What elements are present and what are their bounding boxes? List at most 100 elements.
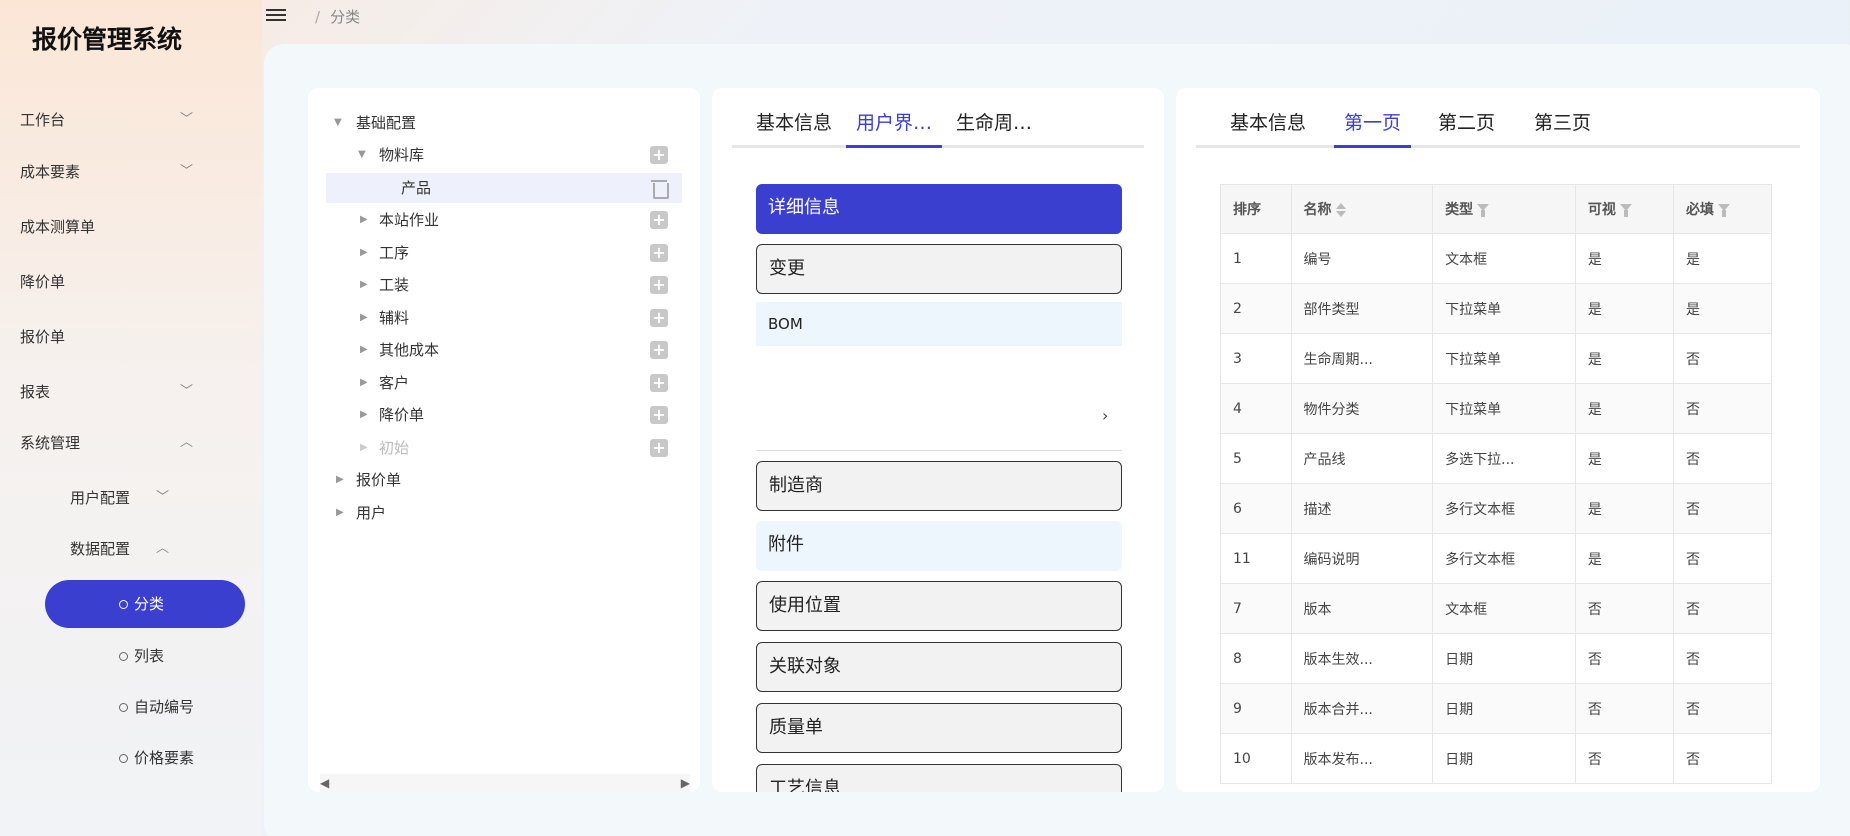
table-row[interactable]: 5 产品线 多选下拉... 是否: [1220, 433, 1773, 484]
add-icon[interactable]: +: [650, 244, 668, 262]
chevron-right-icon[interactable]: ›: [1102, 406, 1108, 425]
sidebar-item-user-config[interactable]: 用户配置 ﹀: [70, 483, 200, 513]
breadcrumb-current[interactable]: 分类: [330, 8, 360, 26]
column-header-type[interactable]: 类型: [1432, 184, 1576, 234]
caret-right-icon[interactable]: ▶: [360, 433, 368, 463]
table-row[interactable]: 9 版本合并... 日期否否: [1220, 683, 1773, 734]
sidebar-item-cost-estimate[interactable]: 成本测算单: [20, 212, 200, 242]
column-header-order[interactable]: 排序: [1220, 184, 1292, 234]
table-row[interactable]: 8 版本生效... 日期否否: [1220, 633, 1773, 684]
filter-icon[interactable]: [1619, 203, 1632, 217]
tree-node-customer[interactable]: ▶ 客户 +: [326, 368, 682, 398]
section-related[interactable]: 关联对象: [756, 642, 1122, 692]
sidebar-item-auto-number[interactable]: 自动编号: [119, 692, 194, 722]
caret-right-icon[interactable]: ▶: [360, 400, 368, 430]
table-row[interactable]: 7 版本 文本框否否: [1220, 583, 1773, 634]
menu-toggle-icon[interactable]: [266, 6, 286, 26]
sidebar-item-list[interactable]: 列表: [119, 641, 164, 671]
section-attachment[interactable]: 附件: [756, 521, 1122, 571]
add-icon[interactable]: +: [650, 374, 668, 392]
caret-right-icon[interactable]: ▶: [360, 205, 368, 235]
caret-right-icon[interactable]: ▶: [360, 238, 368, 268]
tab-user-interface[interactable]: 用户界…: [846, 108, 943, 148]
tree-node-other-cost[interactable]: ▶ 其他成本 +: [326, 335, 682, 365]
column-header-name[interactable]: 名称: [1290, 184, 1434, 234]
sidebar-item-workbench[interactable]: 工作台 ﹀: [20, 105, 200, 135]
add-icon[interactable]: +: [650, 341, 668, 359]
tree-node-tooling[interactable]: ▶ 工装 +: [326, 270, 682, 300]
trash-icon[interactable]: [650, 178, 669, 199]
table-row[interactable]: 3 生命周期... 下拉菜单是否: [1220, 333, 1773, 384]
tree-node-process[interactable]: ▶ 工序 +: [326, 238, 682, 268]
table-row[interactable]: 11 编码说明 多行文本框是否: [1220, 533, 1773, 584]
cell-order: 5: [1220, 433, 1292, 484]
sidebar-item-cost-elements[interactable]: 成本要素 ﹀: [20, 157, 200, 187]
field-config-panel: 基本信息 第一页 第二页 第三页 排序 名称 类型 可视 必填 1 编号 文本框是是…: [1176, 88, 1820, 792]
table-row[interactable]: 1 编号 文本框是是: [1220, 233, 1773, 284]
caret-right-icon[interactable]: ▶: [360, 303, 368, 333]
sidebar-item-price-reduction[interactable]: 降价单: [20, 267, 200, 297]
tab-page-two[interactable]: 第二页: [1438, 108, 1495, 148]
scroll-left-icon[interactable]: ◀: [320, 776, 329, 790]
tree-node-quotation[interactable]: ▶ 报价单: [326, 465, 682, 495]
sidebar-item-reports[interactable]: 报表 ﹀: [20, 377, 200, 407]
tree-node-site-operation[interactable]: ▶ 本站作业 +: [326, 205, 682, 235]
tab-page-one[interactable]: 第一页: [1334, 108, 1412, 148]
filter-icon[interactable]: [1477, 203, 1490, 217]
circle-icon: [119, 703, 128, 712]
section-bom[interactable]: BOM: [756, 302, 1122, 346]
add-icon[interactable]: +: [650, 406, 668, 424]
sidebar-item-price-elements[interactable]: 价格要素: [119, 743, 194, 773]
tab-basic-info[interactable]: 基本信息: [756, 108, 832, 148]
sidebar-item-category[interactable]: 分类: [45, 580, 245, 628]
cell-name: 物件分类: [1290, 383, 1434, 434]
tab-page-three[interactable]: 第三页: [1534, 108, 1591, 148]
caret-down-icon[interactable]: ▼: [358, 140, 366, 170]
section-usage[interactable]: 使用位置: [756, 581, 1122, 631]
cell-visible: 是: [1574, 333, 1674, 384]
tree-node-product[interactable]: 产品: [326, 173, 682, 203]
sidebar-item-label: 报价单: [20, 328, 66, 346]
tree-node-initial[interactable]: ▶ 初始 +: [326, 433, 682, 463]
caret-down-icon[interactable]: ▼: [334, 108, 342, 138]
column-header-required[interactable]: 必填: [1672, 184, 1773, 234]
section-manufacturer[interactable]: 制造商: [756, 461, 1122, 511]
tab-basic-info[interactable]: 基本信息: [1230, 108, 1306, 148]
table-row[interactable]: 2 部件类型 下拉菜单是是: [1220, 283, 1773, 334]
section-quality[interactable]: 质量单: [756, 703, 1122, 753]
caret-right-icon[interactable]: ▶: [336, 498, 344, 528]
tree-node-price-reduction[interactable]: ▶ 降价单 +: [326, 400, 682, 430]
caret-right-icon[interactable]: ▶: [360, 368, 368, 398]
sidebar-item-quotation[interactable]: 报价单: [20, 322, 200, 352]
add-icon[interactable]: +: [650, 276, 668, 294]
sidebar-item-system-admin[interactable]: 系统管理 ︿: [20, 428, 200, 458]
table-row[interactable]: 4 物件分类 下拉菜单是否: [1220, 383, 1773, 434]
horizontal-scrollbar[interactable]: ◀ ▶: [320, 774, 690, 792]
tree-node-user[interactable]: ▶ 用户: [326, 498, 682, 528]
caret-right-icon[interactable]: ▶: [360, 335, 368, 365]
cell-required: 是: [1672, 283, 1773, 334]
table-row[interactable]: 6 描述 多行文本框是否: [1220, 483, 1773, 534]
section-change[interactable]: 变更: [756, 244, 1122, 294]
add-icon[interactable]: +: [650, 439, 668, 457]
sidebar-item-data-config[interactable]: 数据配置 ︿: [70, 534, 200, 564]
tree-node-material-library[interactable]: ▼ 物料库 +: [326, 140, 682, 170]
sort-icon[interactable]: [1335, 202, 1346, 218]
tree-node-label: 物料库: [379, 146, 425, 164]
section-details[interactable]: 详细信息: [756, 184, 1122, 234]
tab-lifecycle[interactable]: 生命周…: [956, 108, 1032, 148]
filter-icon[interactable]: [1717, 203, 1730, 217]
caret-right-icon[interactable]: ▶: [336, 465, 344, 495]
add-icon[interactable]: +: [650, 309, 668, 327]
scroll-right-icon[interactable]: ▶: [681, 776, 690, 790]
column-header-visible[interactable]: 可视: [1574, 184, 1674, 234]
tree-node-base-config[interactable]: ▼ 基础配置: [326, 108, 682, 138]
column-header-label: 可视: [1587, 202, 1616, 218]
sidebar: 报价管理系统 工作台 ﹀ 成本要素 ﹀ 成本测算单 降价单 报价单 报表 ﹀ 系…: [0, 0, 262, 836]
caret-right-icon[interactable]: ▶: [360, 270, 368, 300]
tree-node-auxiliary[interactable]: ▶ 辅料 +: [326, 303, 682, 333]
table-row[interactable]: 10 版本发布... 日期否否: [1220, 733, 1773, 784]
add-icon[interactable]: +: [650, 146, 668, 164]
add-icon[interactable]: +: [650, 211, 668, 229]
section-process[interactable]: 工艺信息: [756, 764, 1122, 792]
